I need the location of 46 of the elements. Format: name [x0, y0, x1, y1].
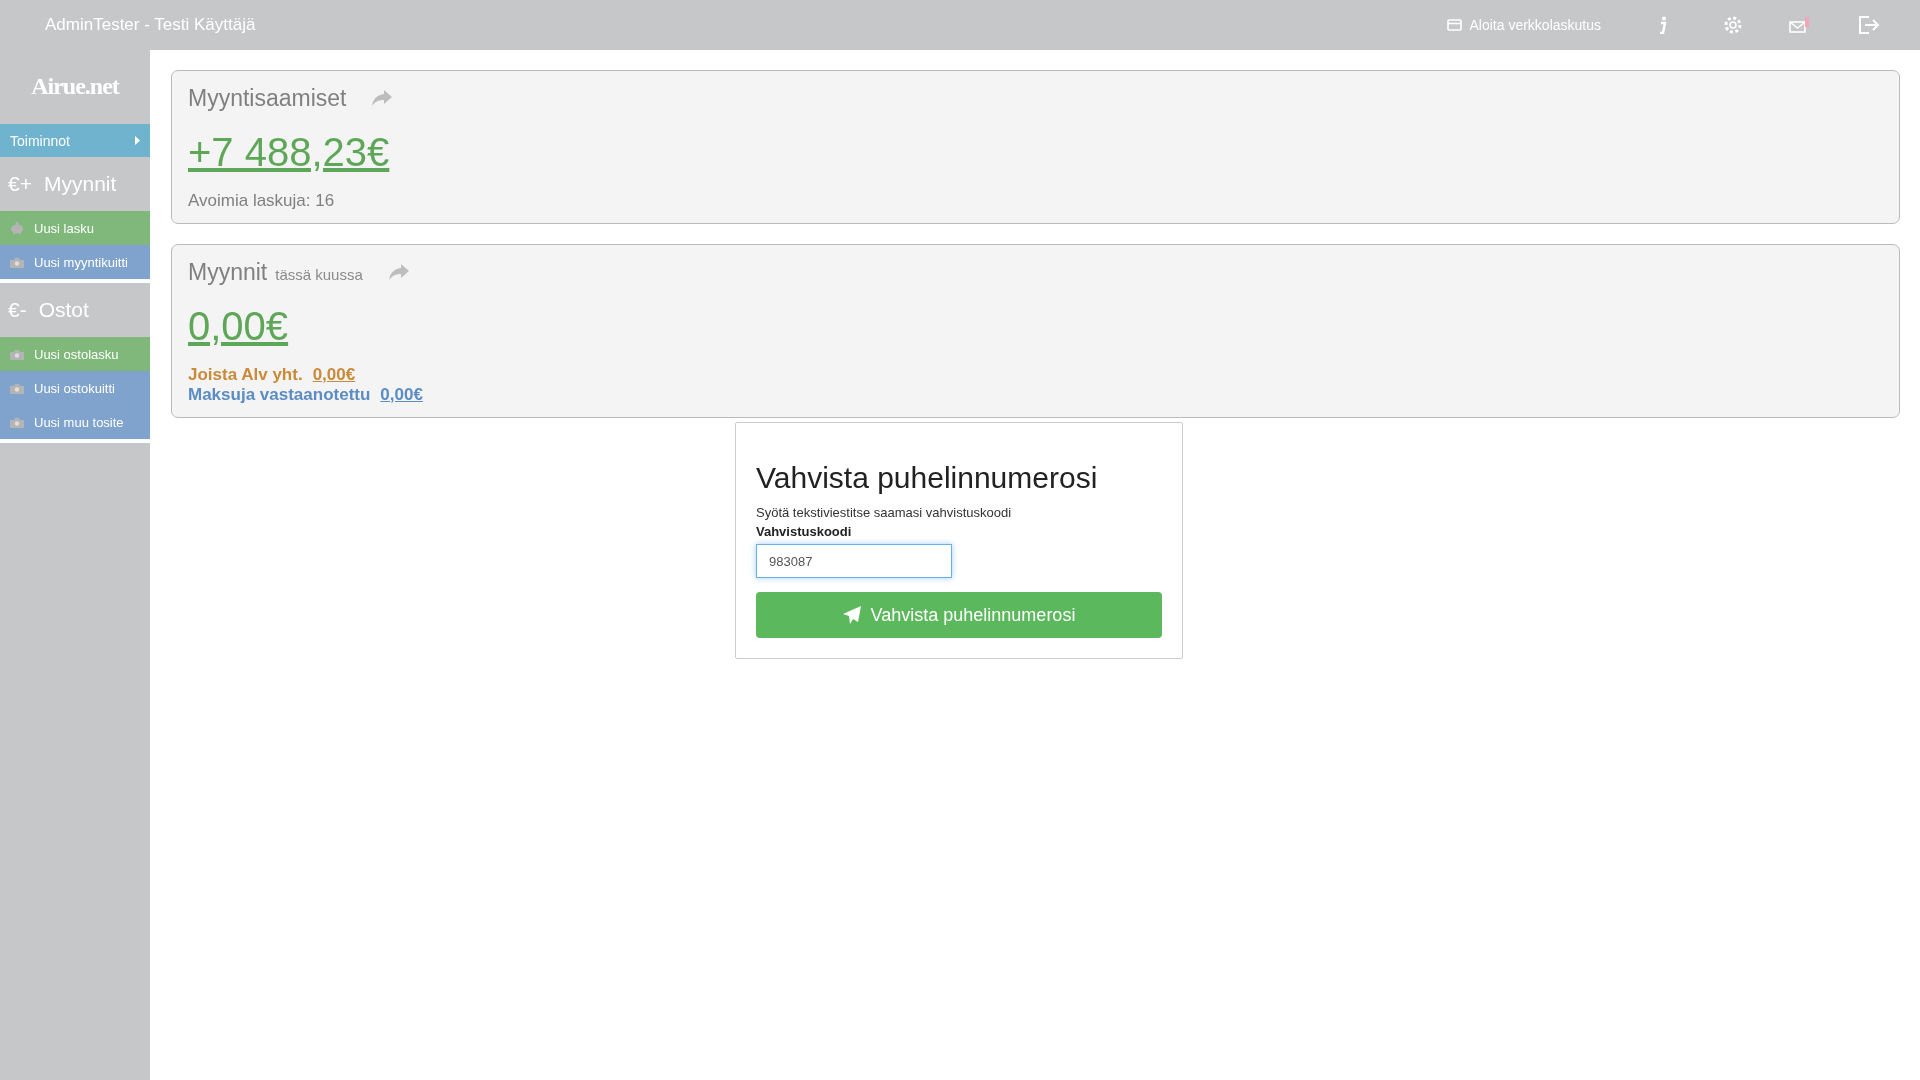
camera-icon	[10, 416, 24, 428]
info-button[interactable]	[1659, 16, 1667, 34]
amount-link[interactable]: 0,00€	[188, 304, 289, 349]
sidebar-item[interactable]: Uusi myyntikuitti	[0, 245, 150, 279]
card-note: Avoimia laskuja: 16	[188, 191, 336, 211]
sidebar-toggle[interactable]: Toiminnot	[0, 124, 150, 157]
euro-symbol: €+	[8, 172, 32, 196]
amount-link[interactable]: +7 488,23€	[188, 130, 390, 175]
sidebar-item[interactable]: Uusi ostokuitti	[0, 371, 150, 405]
code-input-field[interactable]: 983087	[756, 544, 952, 578]
section-title: Ostot	[38, 298, 89, 322]
confirm-button[interactable]: Vahvista puhelinnumerosi	[756, 592, 1162, 638]
share-icon[interactable]	[372, 90, 393, 106]
envelope-icon	[1789, 16, 1811, 34]
camera-icon	[10, 348, 24, 360]
line-value-link[interactable]: 0,00€	[380, 385, 423, 405]
piggy-bank-icon	[10, 222, 24, 234]
logout-button[interactable]	[1858, 15, 1880, 35]
card-subtitle: tässä kuussa	[275, 266, 363, 283]
sidebar-item[interactable]: Uusi ostolasku	[0, 337, 150, 371]
card-title: Myyntisaamiset	[188, 85, 347, 112]
line-value-link[interactable]: 0,00€	[312, 365, 356, 385]
settings-icon	[1723, 15, 1743, 35]
caret-icon	[135, 136, 140, 145]
e-invoicing-link[interactable]: Aloita verkkolaskutus	[1447, 17, 1601, 33]
field-label: Vahvistuskoodi	[756, 524, 853, 539]
settings-button[interactable]	[1723, 15, 1743, 35]
camera-icon	[10, 256, 24, 268]
info-icon	[1659, 16, 1667, 34]
credit-card-icon	[1447, 19, 1463, 31]
euro-symbol: €-	[8, 298, 27, 322]
section-title: Myynnit	[43, 172, 117, 196]
line-label: Joista Alv yht.	[188, 365, 303, 385]
line-label: Maksuja vastaanotettu	[188, 385, 371, 405]
camera-icon	[10, 382, 24, 394]
window-title: AdminTester - Testi Käyttäjä	[45, 15, 257, 35]
share-icon[interactable]	[388, 264, 409, 280]
card-title: Myynnit	[188, 259, 268, 286]
sidebar-item[interactable]: Uusi lasku	[0, 211, 150, 245]
mail-button[interactable]	[1789, 16, 1811, 34]
sidebar-item[interactable]: Uusi muu tosite	[0, 405, 150, 439]
logout-icon	[1858, 15, 1880, 35]
logo[interactable]: Airue.net	[0, 50, 150, 122]
dialog-hint: Syötä tekstiviestitse saamasi vahvistuskoodi	[756, 505, 1013, 520]
send-icon	[842, 606, 861, 624]
dialog-title: Vahvista puhelinnumerosi	[756, 461, 1099, 495]
